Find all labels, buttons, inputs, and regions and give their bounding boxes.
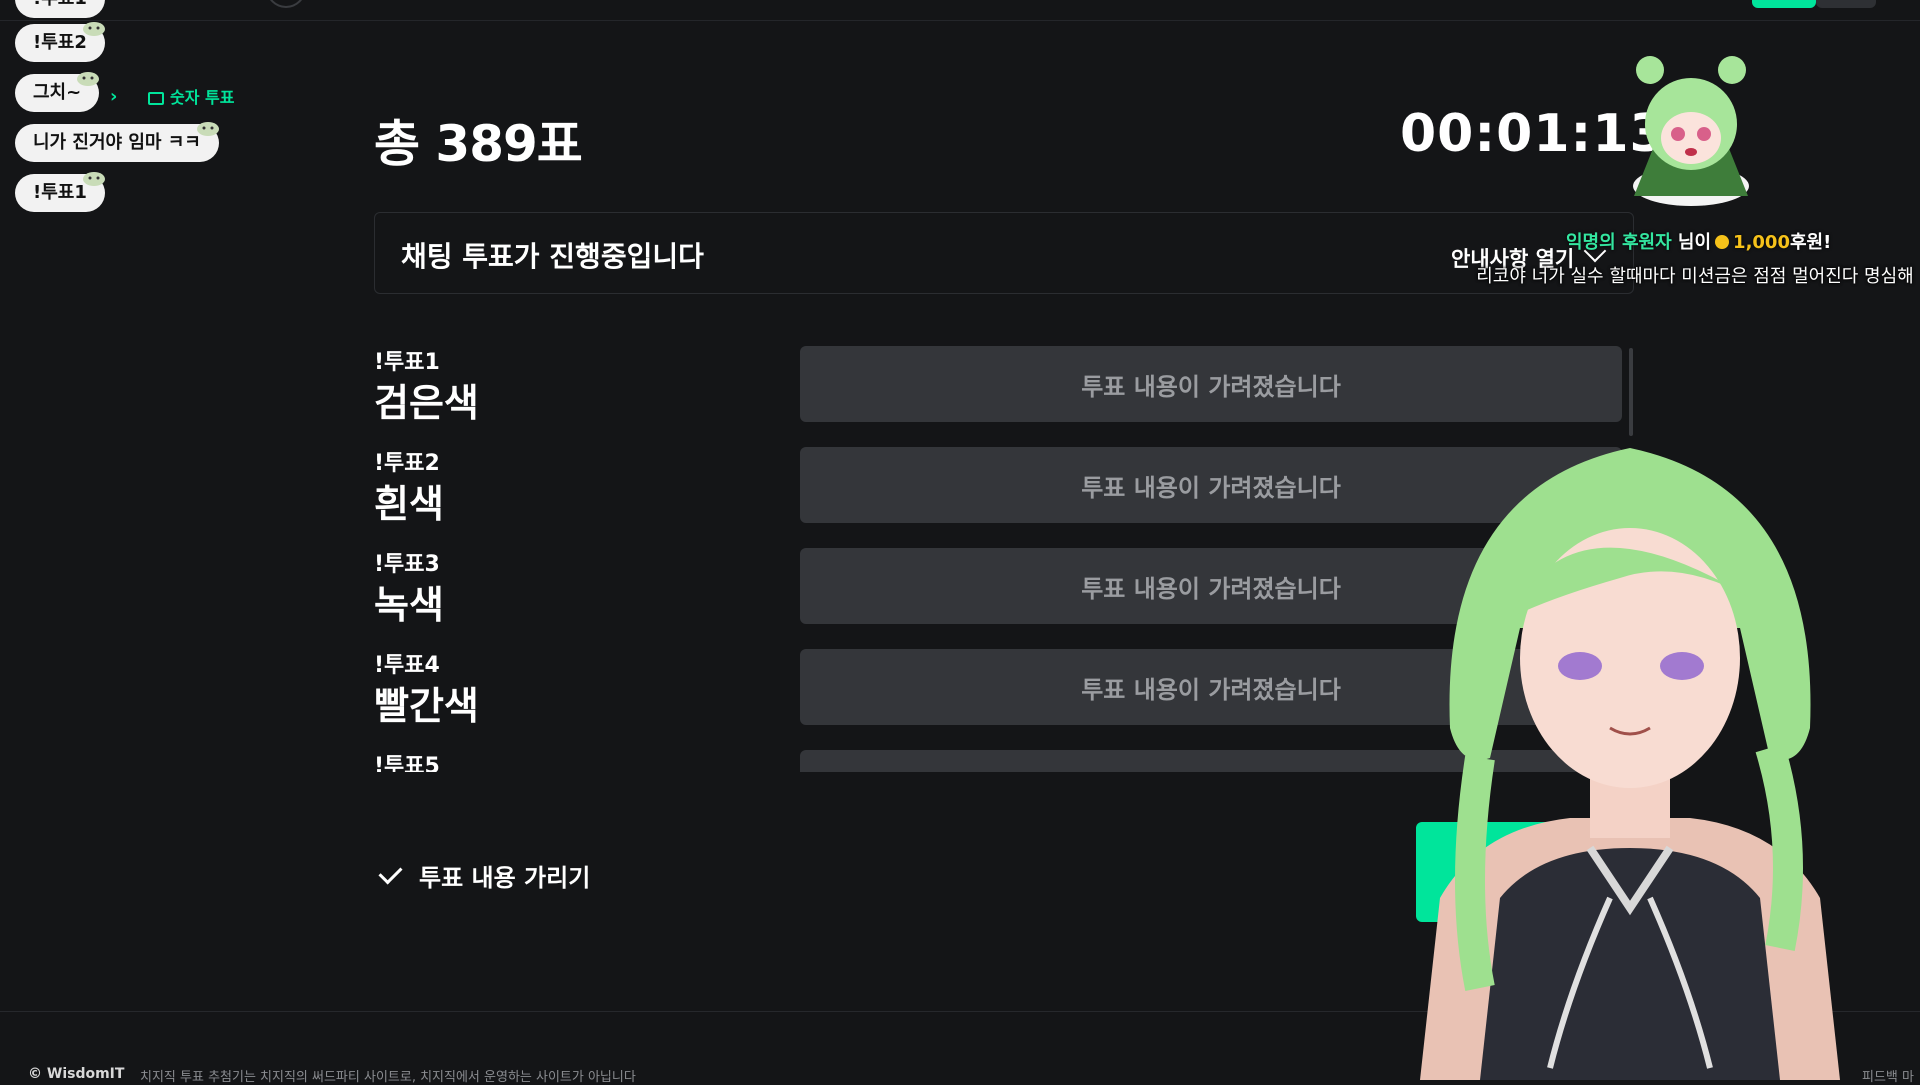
top-menu-button[interactable] (1816, 0, 1876, 8)
chat-bubble: 니가 진거야 임마 ㅋㅋ (15, 122, 219, 162)
notice-panel: 채팅 투표가 진행중입니다 안내사항 열기 (374, 212, 1634, 294)
vote-total: 총 389표 (374, 115, 583, 173)
vote-name: 검은색 (374, 381, 479, 425)
donation-unit: 후원! (1789, 232, 1832, 253)
vote-name: 녹색 (374, 583, 444, 627)
donation-avatar-image (1633, 56, 1749, 206)
donation-amount: 1,000 (1733, 232, 1790, 253)
breadcrumb[interactable]: 숫자 투표 (148, 84, 234, 108)
vote-command: !투표5 (374, 754, 440, 772)
donation-suffix: 님이 (1677, 232, 1712, 253)
footer-disclaimer: 치지직 투표 추첨기는 치지직의 써드파티 사이트로, 치지직에서 운영하는 사… (140, 1070, 636, 1085)
check-icon (378, 860, 403, 885)
donation-alert: 익명의 후원자 님이 1,000후원! (1566, 228, 1831, 254)
vote-name: 흰색 (374, 482, 444, 526)
donor-name: 익명의 후원자 (1566, 232, 1672, 253)
chat-bubble: 그치~ (15, 72, 100, 112)
top-divider (0, 20, 1920, 21)
donation-message: 리코야 너가 실수 할때마다 미션금은 점점 멀어진다 명심해 (1476, 266, 1914, 287)
breadcrumb-label: 숫자 투표 (170, 88, 235, 107)
vote-box-icon (148, 92, 164, 105)
streamer-avatar-image (1420, 448, 1840, 1080)
hide-votes-label: 투표 내용 가리기 (419, 864, 591, 892)
vote-item: !투표1 검은색 투표 내용이 가려졌습니다 (374, 344, 1634, 434)
cat-emote-icon (73, 62, 103, 86)
cat-emote-icon (193, 112, 223, 136)
cat-emote-icon (79, 162, 109, 186)
chat-bubble: !투표2 (15, 22, 105, 62)
vote-list-scrollbar[interactable] (1629, 348, 1633, 436)
footer-feedback-link[interactable]: 피드백 마 (1862, 1066, 1914, 1085)
chat-message-text: !투표1 (33, 0, 87, 9)
hide-votes-toggle[interactable]: 투표 내용 가리기 (378, 858, 591, 893)
chat-message-text: 니가 진거야 임마 ㅋㅋ (33, 132, 201, 153)
chevron-right-icon: › (110, 86, 118, 107)
cat-emote-icon (79, 12, 109, 36)
chat-bubble: !투표1 (15, 172, 105, 212)
cheese-coin-icon (1715, 235, 1730, 249)
vote-name: 빨간색 (374, 684, 479, 728)
notice-title: 채팅 투표가 진행중입니다 (401, 240, 704, 273)
vote-bar: 투표 내용이 가려졌습니다 (800, 346, 1622, 422)
top-nav-icon[interactable] (266, 0, 306, 8)
top-login-button[interactable] (1752, 0, 1816, 8)
